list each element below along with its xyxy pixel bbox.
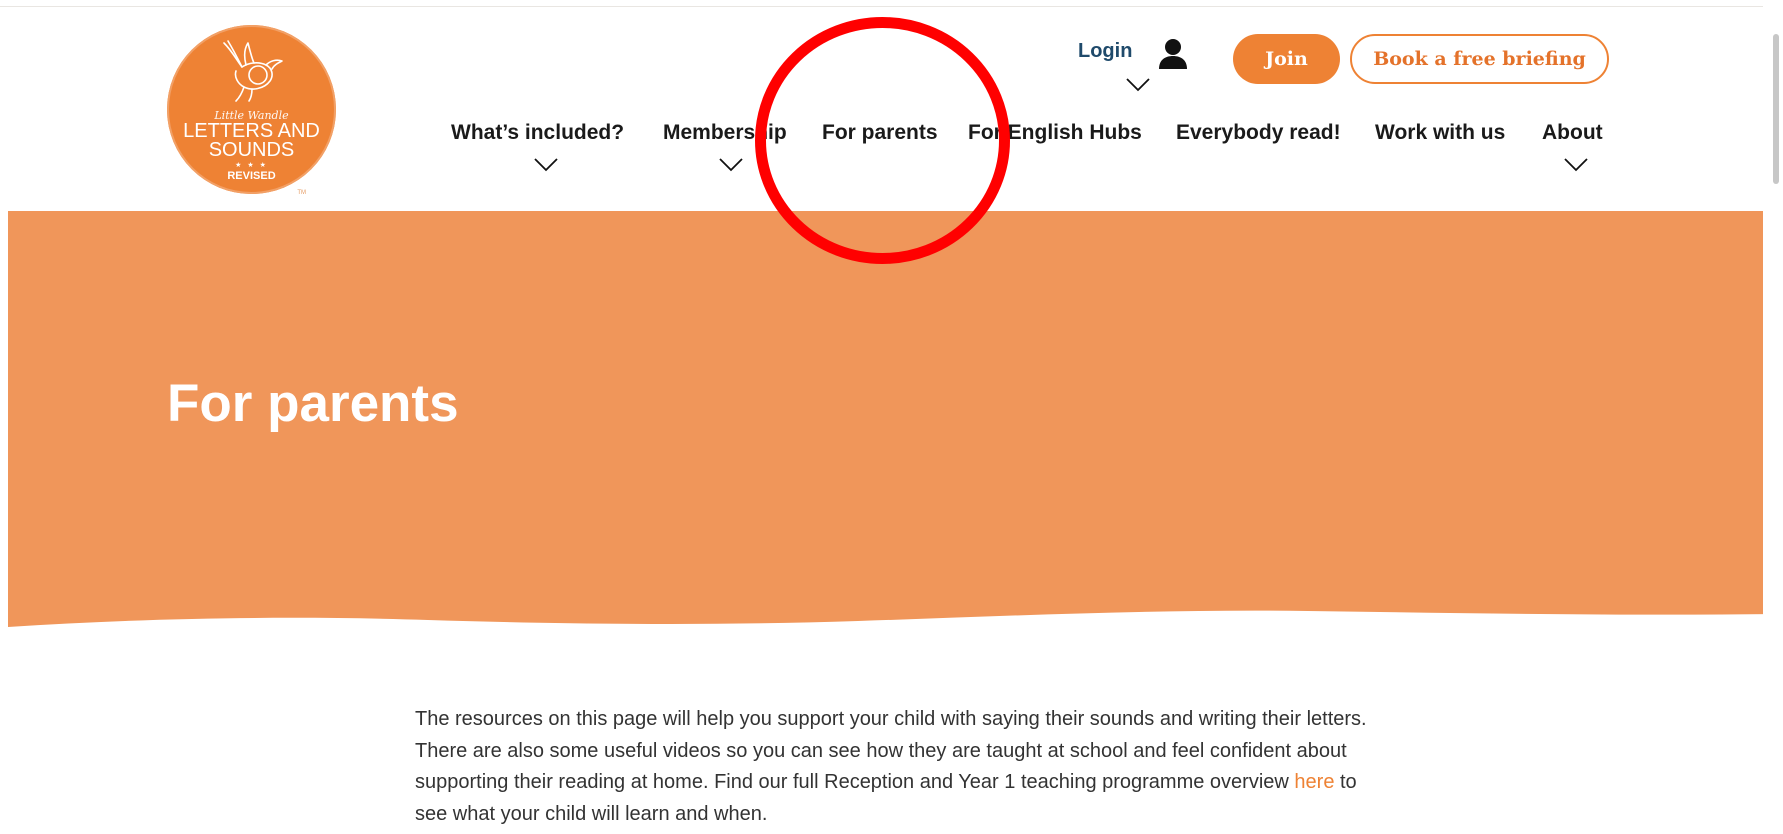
chevron-down-icon[interactable] bbox=[1564, 158, 1588, 172]
nav-item-whats-included[interactable]: What’s included? bbox=[451, 121, 624, 145]
logo-trademark: TM bbox=[297, 190, 306, 196]
book-briefing-button[interactable]: Book a free briefing bbox=[1350, 34, 1609, 84]
intro-paragraph: The resources on this page will help you… bbox=[415, 704, 1375, 830]
chevron-down-icon[interactable] bbox=[719, 158, 743, 172]
chevron-down-icon[interactable] bbox=[1126, 78, 1150, 92]
site-logo[interactable]: Little Wandle LETTERS AND SOUNDS ★ ★ ★ R… bbox=[167, 25, 336, 196]
intro-text: The resources on this page will help you… bbox=[415, 708, 1367, 793]
login-link[interactable]: Login bbox=[1078, 40, 1132, 63]
nav-item-for-parents[interactable]: For parents bbox=[822, 121, 938, 145]
nav-item-work-with-us[interactable]: Work with us bbox=[1375, 121, 1505, 145]
nav-item-for-english-hubs[interactable]: For English Hubs bbox=[968, 121, 1142, 145]
logo-line-1: LETTERS AND bbox=[183, 120, 320, 142]
logo-stars: ★ ★ ★ bbox=[235, 162, 268, 169]
user-icon[interactable] bbox=[1158, 38, 1188, 70]
overview-link[interactable]: here bbox=[1294, 771, 1334, 793]
logo-revised: REVISED bbox=[227, 170, 276, 182]
nav-item-about[interactable]: About bbox=[1542, 121, 1603, 145]
top-divider bbox=[0, 6, 1783, 7]
bird-icon bbox=[223, 40, 283, 102]
nav-item-membership[interactable]: Membership bbox=[663, 121, 787, 145]
scrollbar-thumb[interactable] bbox=[1773, 34, 1779, 184]
nav-item-everybody-read[interactable]: Everybody read! bbox=[1176, 121, 1341, 145]
page-title: For parents bbox=[167, 374, 459, 433]
scrollbar[interactable] bbox=[1763, 0, 1783, 834]
logo-line-2: SOUNDS bbox=[208, 139, 295, 161]
page: Little Wandle LETTERS AND SOUNDS ★ ★ ★ R… bbox=[0, 0, 1783, 834]
chevron-down-icon[interactable] bbox=[534, 158, 558, 172]
join-button[interactable]: Join bbox=[1233, 34, 1340, 84]
